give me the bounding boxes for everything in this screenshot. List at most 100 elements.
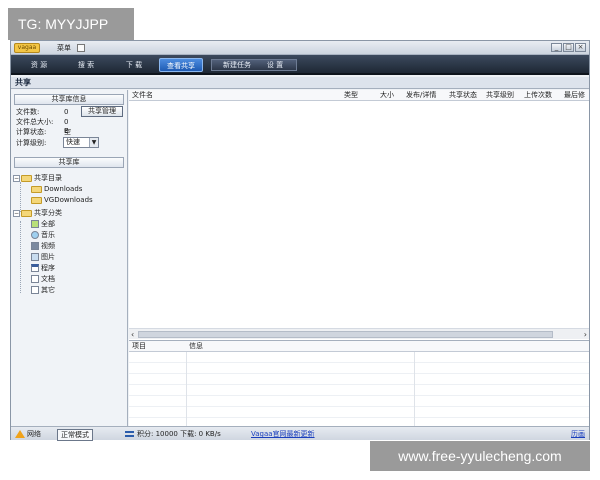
tree-share-dirs[interactable]: − 共享目录 [13, 173, 62, 183]
tree-cat-images[interactable]: 图片 [31, 252, 55, 262]
calc-status-label: 计算状态: [16, 128, 47, 136]
tree-label: 共享目录 [34, 174, 62, 182]
tree-label: 文档 [41, 275, 55, 283]
info-table-body [129, 352, 589, 427]
column-divider [414, 352, 415, 427]
col-filename[interactable]: 文件名 [132, 90, 153, 101]
tree-cat-other[interactable]: 其它 [31, 285, 55, 295]
col-share-level[interactable]: 共享级别 [486, 90, 514, 101]
tab-settings[interactable]: 设 置 [257, 58, 293, 72]
collapse-icon[interactable]: − [13, 174, 20, 182]
tree-label: 图片 [41, 253, 55, 261]
col-upload-count[interactable]: 上传次数 [524, 90, 552, 101]
calc-status-row: 计算状态: 空闲 [16, 128, 71, 145]
share-manage-button[interactable]: 共享管理 [81, 106, 123, 117]
tree-dir-downloads[interactable]: Downloads [31, 184, 82, 194]
close-icon[interactable]: × [575, 43, 586, 52]
scroll-right-icon[interactable]: › [584, 330, 587, 339]
mode-button[interactable]: 正常模式 [57, 429, 93, 441]
info-panel: 项目 信息 [129, 340, 589, 427]
program-icon [31, 264, 39, 272]
tree-dir-vgdownloads[interactable]: VGDownloads [31, 195, 93, 205]
stats-value: 积分: 10000 下载: 0 KB/s [137, 430, 221, 438]
image-icon [31, 253, 39, 261]
title-bar: vagaa 菜单 _ □ × [11, 41, 589, 55]
total-size-label: 文件总大小: [16, 118, 54, 126]
tree-cat-docs[interactable]: 文档 [31, 274, 55, 284]
calc-level-label: 计算级别: [16, 139, 47, 147]
col-share-status[interactable]: 共享状态 [449, 90, 477, 101]
share-library-header[interactable]: 共享库 [14, 157, 124, 168]
page-title: 共享 [11, 77, 589, 89]
col-last-modified[interactable]: 最后修 [564, 90, 585, 101]
folder-icon [31, 196, 42, 204]
file-count-label: 文件数: [16, 108, 40, 116]
file-icon [31, 286, 39, 294]
calc-level-select[interactable]: 快速 ▼ [63, 137, 99, 148]
col-size[interactable]: 大小 [380, 90, 394, 101]
tree-cat-programs[interactable]: 程序 [31, 263, 55, 273]
tab-resources[interactable]: 资 源 [17, 58, 61, 72]
video-icon [31, 242, 39, 250]
tree-label: VGDownloads [44, 196, 93, 204]
all-icon [31, 220, 39, 228]
tree-cat-all[interactable]: 全部 [31, 219, 55, 229]
scroll-left-icon[interactable]: ‹ [131, 330, 134, 339]
document-icon [31, 275, 39, 283]
col-info[interactable]: 信息 [189, 341, 203, 352]
tab-search[interactable]: 搜 索 [63, 58, 109, 72]
history-link[interactable]: 历画 [571, 429, 585, 439]
app-window: vagaa 菜单 _ □ × 资 源 搜 索 下 载 查看共享 新建任务 设 置… [10, 40, 590, 441]
horizontal-scrollbar[interactable]: ‹ › [129, 328, 589, 339]
tree-share-cats[interactable]: − 共享分类 [13, 208, 62, 218]
watermark-top: TG: MYYJJPP [8, 8, 134, 40]
chevron-down-icon[interactable]: ▼ [89, 138, 98, 147]
file-count-value: 0 [64, 108, 69, 116]
tree-label: Downloads [44, 185, 83, 193]
maximize-icon[interactable]: □ [563, 43, 574, 52]
watermark-bottom: www.free-yyulecheng.com [370, 441, 590, 471]
tree-cat-video[interactable]: 视频 [31, 241, 55, 251]
minimize-icon[interactable]: _ [551, 43, 562, 52]
warning-icon [15, 430, 25, 438]
tree-label: 其它 [41, 286, 55, 294]
tree-label: 共享分类 [34, 209, 62, 217]
app-logo: vagaa [14, 43, 40, 53]
col-details[interactable]: 发布/详情 [406, 90, 436, 101]
menu-dropdown-icon[interactable] [77, 44, 85, 52]
tree-line [20, 221, 21, 293]
tab-download[interactable]: 下 载 [111, 58, 157, 72]
tree-label: 全部 [41, 220, 55, 228]
tree-label: 视频 [41, 242, 55, 250]
folder-icon [21, 174, 32, 182]
folder-icon [21, 209, 32, 217]
file-count-row: 文件数: 0 [16, 108, 68, 117]
status-bar: 网络 正常模式 积分: 10000 下载: 0 KB/s Vagaa官网最新更新… [11, 426, 589, 441]
file-list-panel: 文件名 类型 大小 发布/详情 共享状态 共享级别 上传次数 最后修 ‹ › 项… [129, 90, 589, 427]
tab-new-task[interactable]: 新建任务 [214, 58, 260, 72]
folder-icon [31, 185, 42, 193]
menu-button[interactable]: 菜单 [57, 43, 71, 53]
tree-label: 程序 [41, 264, 55, 272]
network-label: 网络 [27, 430, 41, 438]
column-divider [186, 352, 187, 427]
file-table-header: 文件名 类型 大小 发布/详情 共享状态 共享级别 上传次数 最后修 [129, 90, 589, 101]
tree-cat-music[interactable]: 音乐 [31, 230, 55, 240]
calc-level-value: 快速 [66, 138, 80, 146]
menu-lines-icon [125, 431, 134, 437]
col-type[interactable]: 类型 [344, 90, 358, 101]
tab-view-share[interactable]: 查看共享 [159, 58, 203, 72]
main-nav: 资 源 搜 索 下 载 查看共享 新建任务 设 置 [11, 55, 589, 75]
music-icon [31, 231, 39, 239]
collapse-icon[interactable]: − [13, 209, 20, 217]
info-table-header: 项目 信息 [129, 341, 589, 352]
scroll-thumb[interactable] [138, 331, 553, 338]
share-info-header[interactable]: 共享库信息 [14, 94, 124, 105]
total-size-row: 文件总大小: 0 B [16, 118, 69, 135]
tree-label: 音乐 [41, 231, 55, 239]
stats-text: 积分: 10000 下载: 0 KB/s [125, 429, 221, 439]
news-link[interactable]: Vagaa官网最新更新 [251, 429, 315, 439]
share-sidebar: 共享库信息 文件数: 0 共享管理 文件总大小: 0 B 计算状态: 空闲 计算… [11, 90, 128, 426]
network-status[interactable]: 网络 [15, 429, 41, 439]
col-item[interactable]: 项目 [132, 341, 146, 352]
